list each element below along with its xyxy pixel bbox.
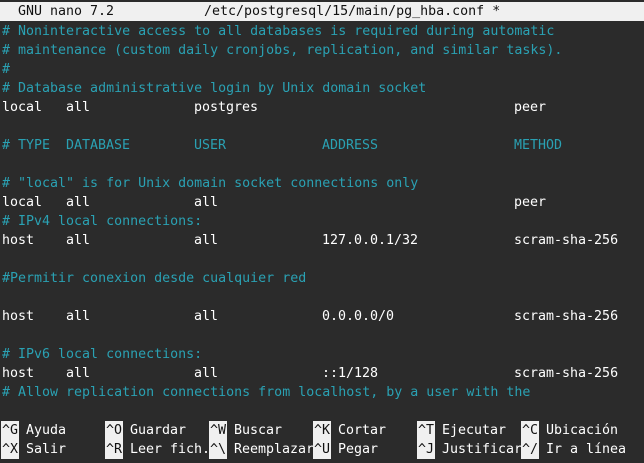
entry-col-1: all — [66, 309, 91, 324]
shortcut-key[interactable]: ^C — [521, 421, 540, 440]
editor-line[interactable]: # TYPE DATABASE USER ADDRESS METHOD — [2, 136, 642, 155]
comment-text: # Allow replication connections from loc… — [2, 385, 531, 400]
header-col-1: DATABASE — [66, 138, 131, 153]
shortcut-label[interactable]: Ayuda — [26, 421, 66, 440]
editor-line[interactable] — [2, 250, 642, 269]
shortcut-label[interactable]: Justificar — [442, 440, 522, 459]
entry-col-2: all — [194, 309, 219, 324]
entry-col-2: all — [194, 366, 219, 381]
shortcut-key[interactable]: ^U — [313, 440, 332, 459]
editor-line[interactable]: # IPv6 local connections: — [2, 345, 642, 364]
shortcut-key[interactable]: ^J — [417, 440, 436, 459]
comment-text: # maintenance (custom daily cronjobs, re… — [2, 43, 563, 58]
editor-line[interactable]: #Permitir conexion desde cualquier red — [2, 269, 642, 288]
shortcut-label[interactable]: Cortar — [338, 421, 386, 440]
shortcut-label[interactable]: Ir a línea — [546, 440, 626, 459]
comment-text: # — [2, 62, 11, 77]
entry-col-2: all — [194, 195, 219, 210]
entry-col-0: host — [2, 233, 35, 248]
header-col-4: METHOD — [514, 138, 563, 153]
editor-buffer[interactable]: # Noninteractive access to all databases… — [2, 22, 642, 402]
editor-line[interactable]: # — [2, 60, 642, 79]
entry-col-1: all — [66, 366, 91, 381]
entry-col-2: all — [194, 233, 219, 248]
header-col-3: ADDRESS — [322, 138, 379, 153]
editor-line[interactable]: host all all 0.0.0.0/0 scram-sha-256 — [2, 307, 642, 326]
shortcut-row: ^X Salir ^R Leer fich. ^\ Reemplazar ^U Pegar ^J… — [1, 440, 642, 459]
editor-line[interactable]: # Noninteractive access to all databases… — [2, 22, 642, 41]
shortcut-key[interactable]: ^X — [1, 440, 20, 459]
entry-col-3: ::1/128 — [322, 366, 379, 381]
entry-col-1: all — [66, 195, 91, 210]
editor-line[interactable]: # Database administrative login by Unix … — [2, 79, 642, 98]
editor-line[interactable]: host all all::1/128 scram-sha-256 — [2, 364, 642, 383]
editor-line[interactable]: host all all 127.0.0.1/32 scram-sha-256 — [2, 231, 642, 250]
entry-col-0: host — [2, 309, 35, 324]
shortcut-key[interactable]: ^T — [417, 421, 436, 440]
entry-col-1: all — [66, 233, 91, 248]
shortcut-label[interactable]: Ejecutar — [442, 421, 506, 440]
comment-text: # IPv4 local connections: — [2, 214, 203, 229]
entry-col-4: peer — [514, 195, 547, 210]
comment-text: # "local" is for Unix domain socket conn… — [2, 176, 419, 191]
entry-col-0: local — [2, 195, 43, 210]
shortcut-row: ^G Ayuda ^O Guardar ^W Buscar ^K Cortar ^T Ejecut… — [1, 421, 642, 440]
shortcut-key[interactable]: ^/ — [521, 440, 540, 459]
editor-line[interactable]: local all postgres peer — [2, 98, 642, 117]
editor-line[interactable] — [2, 288, 642, 307]
shortcut-bar: ^G Ayuda ^O Guardar ^W Buscar ^K Cortar ^T Ejecut… — [1, 421, 642, 459]
editor-line[interactable]: # Allow replication connections from loc… — [2, 383, 642, 402]
entry-col-4: scram-sha-256 — [514, 233, 619, 248]
title-bar: GNU nano 7.2 /etc/postgresql/15/main/pg_… — [0, 2, 644, 21]
shortcut-key[interactable]: ^\ — [209, 440, 228, 459]
comment-text: #Permitir conexion desde cualquier red — [2, 271, 307, 286]
shortcut-label[interactable]: Buscar — [234, 421, 282, 440]
editor-line[interactable] — [2, 326, 642, 345]
shortcut-label[interactable]: Reemplazar — [234, 440, 314, 459]
entry-col-4: scram-sha-256 — [514, 309, 619, 324]
app-version: GNU nano 7.2 — [18, 4, 115, 19]
entry-col-4: peer — [514, 100, 547, 115]
editor-line[interactable]: # maintenance (custom daily cronjobs, re… — [2, 41, 642, 60]
shortcut-key[interactable]: ^O — [105, 421, 124, 440]
entry-col-3: 0.0.0.0/0 — [322, 309, 395, 324]
shortcut-key[interactable]: ^W — [209, 421, 228, 440]
editor-line[interactable]: # "local" is for Unix domain socket conn… — [2, 174, 642, 193]
entry-col-2: postgres — [194, 100, 259, 115]
shortcut-label[interactable]: Pegar — [338, 440, 378, 459]
shortcut-label[interactable]: Leer fich. — [130, 440, 210, 459]
entry-col-3: 127.0.0.1/32 — [322, 233, 419, 248]
editor-line[interactable] — [2, 155, 642, 174]
shortcut-key[interactable]: ^R — [105, 440, 124, 459]
comment-text: # Database administrative login by Unix … — [2, 81, 427, 96]
entry-col-1: all — [66, 100, 91, 115]
nano-terminal[interactable]: GNU nano 7.2 /etc/postgresql/15/main/pg_… — [0, 0, 644, 463]
editor-line[interactable]: # IPv4 local connections: — [2, 212, 642, 231]
header-col-2: USER — [194, 138, 227, 153]
shortcut-key[interactable]: ^G — [1, 421, 20, 440]
entry-col-4: scram-sha-256 — [514, 366, 619, 381]
comment-text: # IPv6 local connections: — [2, 347, 203, 362]
editor-line[interactable] — [2, 117, 642, 136]
comment-text: # Noninteractive access to all databases… — [2, 24, 555, 39]
entry-col-0: host — [2, 366, 35, 381]
shortcut-label[interactable]: Guardar — [130, 421, 186, 440]
shortcut-label[interactable]: Salir — [26, 440, 66, 459]
header-col-0: # TYPE — [2, 138, 51, 153]
file-path: /etc/postgresql/15/main/pg_hba.conf * — [204, 4, 501, 19]
entry-col-0: local — [2, 100, 43, 115]
editor-line[interactable]: local all all peer — [2, 193, 642, 212]
shortcut-label[interactable]: Ubicación — [546, 421, 618, 440]
shortcut-key[interactable]: ^K — [313, 421, 332, 440]
